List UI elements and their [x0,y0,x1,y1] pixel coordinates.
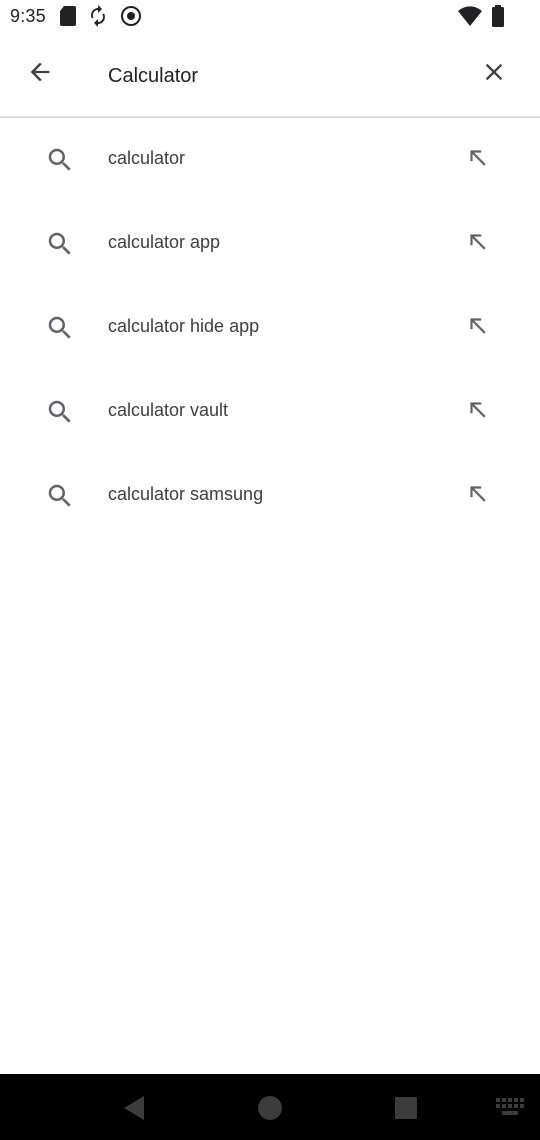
arrow-back-icon [26,58,54,91]
search-icon [44,312,76,344]
suggestion-label: calculator [108,148,186,168]
search-icon [44,396,76,428]
battery-icon [492,4,504,32]
fill-query-button[interactable] [456,308,500,348]
arrow-up-left-icon [465,397,491,428]
search-icon [44,144,76,176]
sync-icon [90,4,106,32]
clear-search-button[interactable] [470,54,518,94]
wifi-icon [458,5,482,31]
navigation-bar [0,1074,540,1140]
arrow-up-left-icon [465,481,491,512]
sd-card-icon [60,5,76,31]
search-bar [0,36,540,118]
search-icon [44,480,76,512]
suggestion-label: calculator hide app [108,316,260,336]
arrow-up-left-icon [465,313,491,344]
status-bar: 9:35 [0,0,540,36]
search-icon [44,228,76,260]
status-icons-left [60,4,142,32]
status-icons-right [458,4,504,32]
fill-query-button[interactable] [456,140,500,180]
suggestion-label: calculator app [108,232,221,252]
recents-square-icon[interactable] [394,1096,418,1125]
suggestion-list: calculator calculator app calculator hid… [0,118,540,538]
arrow-up-left-icon [465,145,491,176]
home-circle-icon[interactable] [256,1094,284,1127]
suggestion-item[interactable]: calculator vault [0,370,540,454]
back-triangle-icon[interactable] [120,1094,148,1127]
arrow-up-left-icon [465,229,491,260]
back-button[interactable] [16,54,64,94]
close-icon [480,58,508,91]
fill-query-button[interactable] [456,392,500,432]
suggestion-item[interactable]: calculator app [0,202,540,286]
play-protect-icon [120,5,142,32]
keyboard-icon[interactable] [496,1098,524,1123]
suggestion-item[interactable]: calculator hide app [0,286,540,370]
fill-query-button[interactable] [456,476,500,516]
suggestion-label: calculator vault [108,400,229,420]
status-time: 9:35 [10,6,46,26]
suggestion-item[interactable]: calculator samsung [0,454,540,538]
suggestion-label: calculator samsung [108,484,264,504]
suggestion-item[interactable]: calculator [0,118,540,202]
search-input[interactable] [108,58,448,94]
fill-query-button[interactable] [456,224,500,264]
